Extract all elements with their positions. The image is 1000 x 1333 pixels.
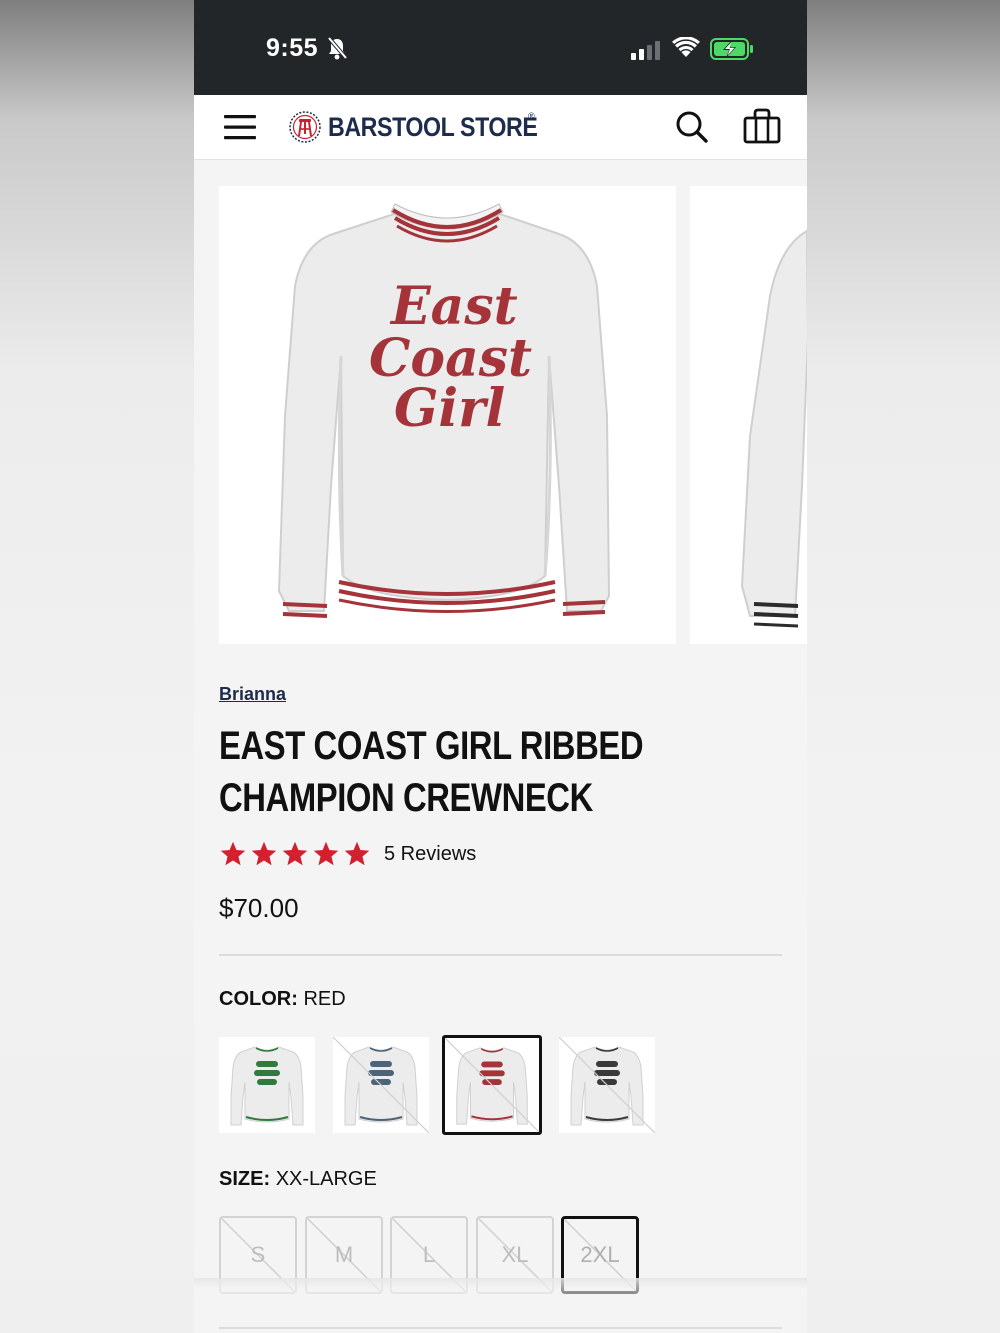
size-option-label: L [422, 1242, 436, 1267]
color-swatch[interactable] [333, 1037, 429, 1133]
product-image-next[interactable] [690, 186, 807, 644]
bell-slash-icon [327, 36, 348, 60]
size-value: XX-LARGE [275, 1168, 377, 1190]
bottom-fade [194, 1278, 807, 1333]
product-image-main[interactable]: East Coast Girl [219, 186, 676, 644]
print-word-girl: Girl [394, 378, 505, 439]
star-icon [344, 841, 370, 866]
signal-icon [631, 41, 660, 60]
star-icon [220, 841, 246, 866]
registered-mark-icon: ® [528, 111, 535, 121]
size-option-label: M [334, 1242, 354, 1267]
size-option-label: S [250, 1242, 266, 1267]
barstool-logo-icon [289, 111, 321, 143]
status-time: 9:55 [266, 34, 319, 62]
product-price: $70.00 [219, 893, 299, 923]
phone-screen: 9:55 BARSTOOL STORE ® East Coast Girl Br… [194, 0, 807, 1333]
sweatshirt-image: East Coast Girl [277, 203, 611, 618]
divider-bottom [219, 1327, 782, 1329]
star-icon [282, 841, 308, 866]
review-count[interactable]: 5 Reviews [384, 843, 476, 866]
star-icon [251, 841, 277, 866]
swatch-sweatshirt-thumbnail [445, 1038, 539, 1132]
status-bar: 9:55 [194, 0, 807, 95]
color-option-label: COLOR: RED [219, 988, 346, 1011]
sweatshirt-back-image [740, 229, 807, 628]
color-swatch[interactable] [219, 1037, 315, 1133]
wifi-icon [672, 37, 700, 57]
size-option-label: SIZE: XX-LARGE [219, 1168, 377, 1191]
product-title: EAST COAST GIRL RIBBED CHAMPION CREWNECK [219, 724, 644, 820]
swatch-sweatshirt-thumbnail [230, 1046, 304, 1126]
size-option-label: XL [501, 1242, 529, 1267]
size-option-label: 2XL [580, 1242, 620, 1267]
rating-row[interactable]: 5 Reviews [219, 840, 476, 868]
site-header: BARSTOOL STORE ® [194, 95, 807, 160]
color-label: COLOR: [219, 988, 298, 1010]
size-label: SIZE: [219, 1168, 271, 1190]
battery-charging-icon [710, 38, 753, 60]
star-rating [219, 840, 374, 868]
store-logo[interactable]: BARSTOOL STORE ® [288, 107, 572, 147]
color-swatch[interactable] [442, 1035, 542, 1135]
store-logo-text: BARSTOOL STORE [328, 111, 538, 142]
color-value: RED [303, 988, 346, 1010]
brand-link[interactable]: Brianna [219, 684, 286, 705]
bag-icon[interactable] [742, 107, 782, 145]
color-swatch[interactable] [559, 1037, 655, 1133]
menu-icon[interactable] [222, 109, 258, 145]
search-icon[interactable] [674, 109, 710, 145]
divider [219, 954, 782, 956]
swatch-sweatshirt-thumbnail [333, 1037, 429, 1133]
swatch-sweatshirt-thumbnail [559, 1037, 655, 1133]
star-icon [313, 841, 339, 866]
